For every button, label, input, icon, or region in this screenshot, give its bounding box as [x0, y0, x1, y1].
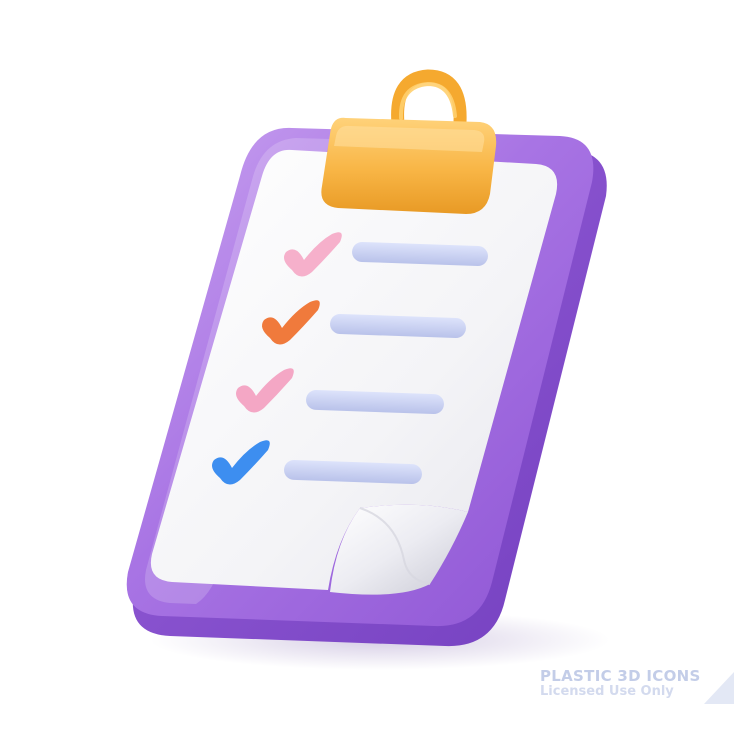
- watermark-subtitle: Licensed Use Only: [540, 684, 674, 700]
- watermark: PLASTIC 3D ICONS Licensed Use Only: [540, 667, 730, 712]
- watermark-title: PLASTIC 3D ICONS: [540, 667, 701, 685]
- watermark-logo-icon: [704, 672, 734, 704]
- clipboard-checklist-illustration: [126, 69, 610, 670]
